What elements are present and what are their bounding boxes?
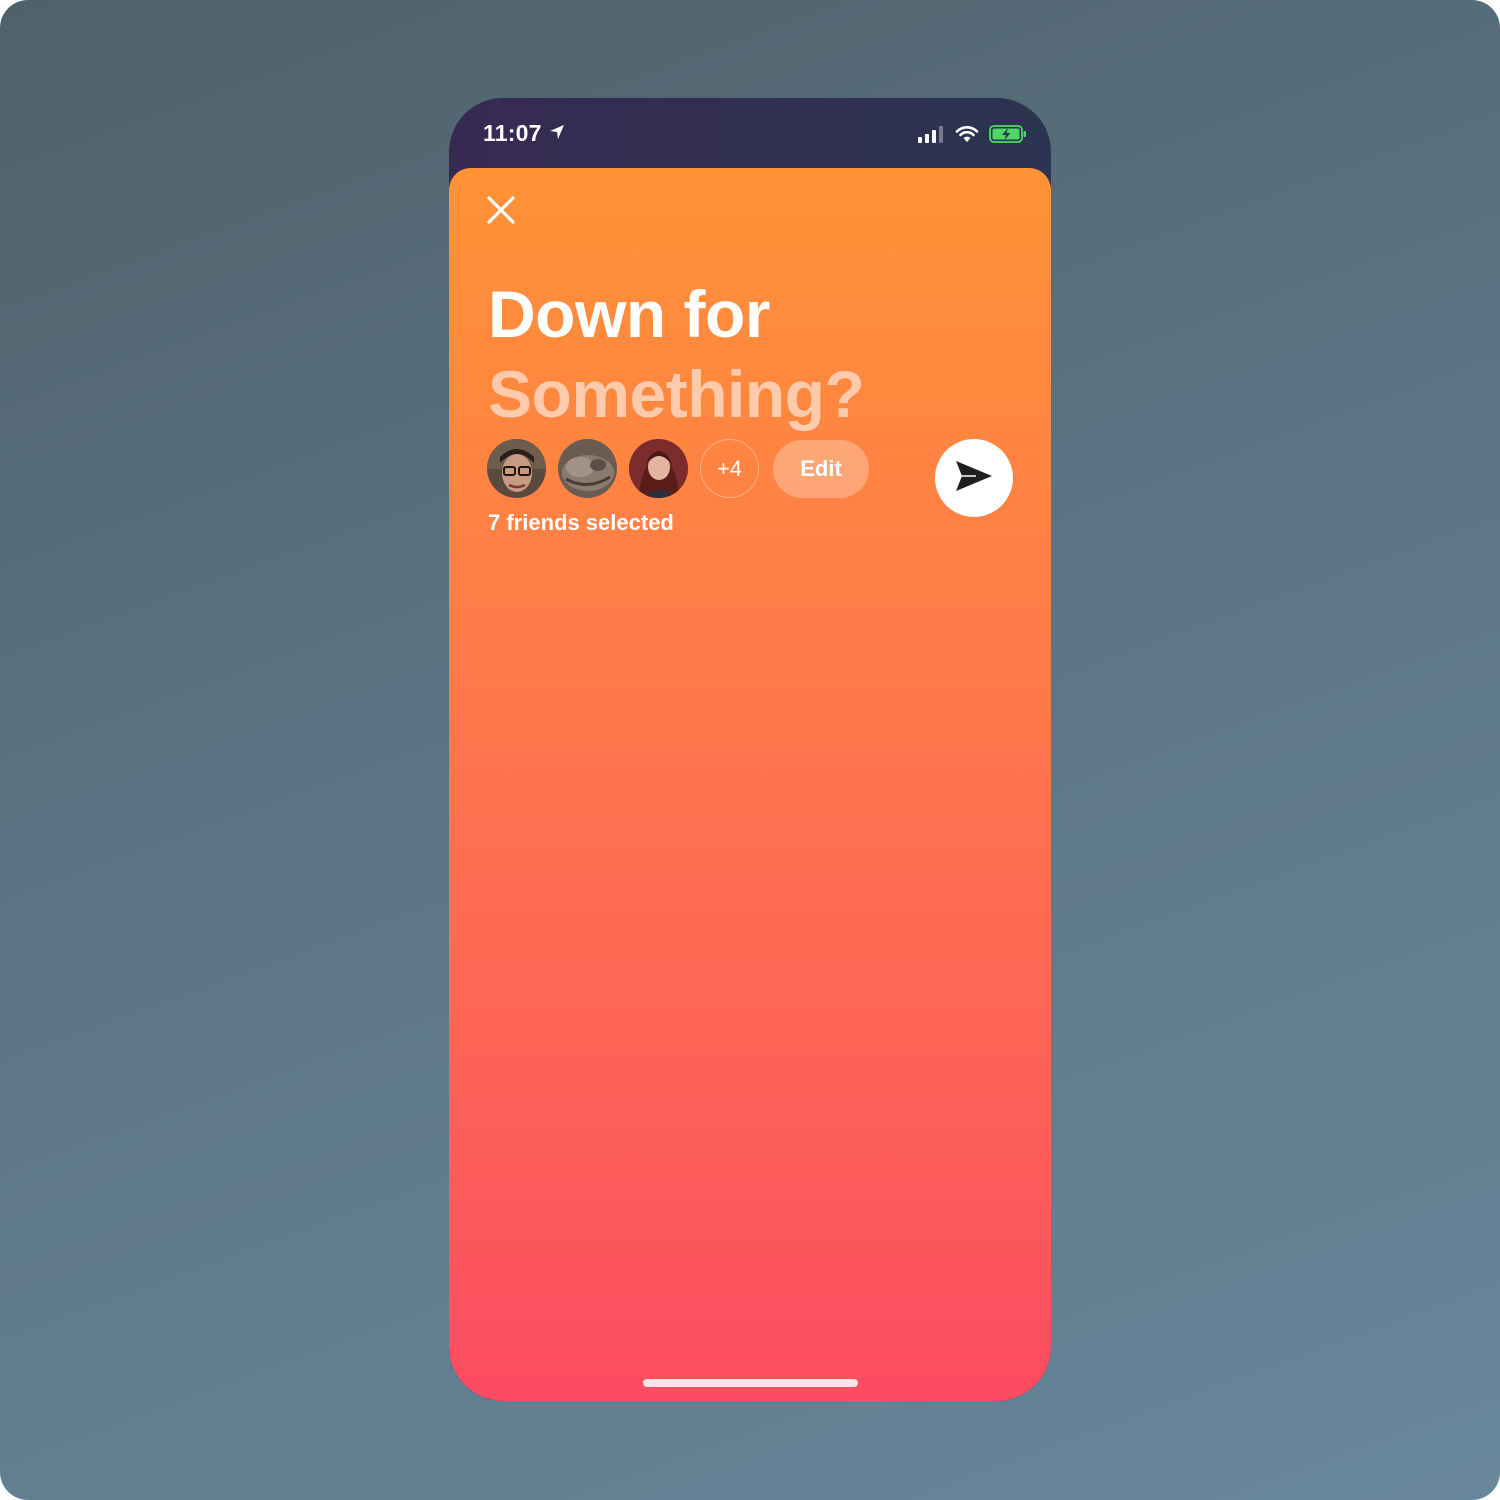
close-icon bbox=[486, 195, 516, 230]
send-icon bbox=[954, 459, 994, 498]
more-friends-count[interactable]: +4 bbox=[700, 439, 759, 498]
title-line-2[interactable]: Something? bbox=[488, 354, 865, 434]
send-button[interactable] bbox=[935, 439, 1013, 517]
selected-friends-row: +4 Edit bbox=[487, 439, 869, 498]
status-time-group: 11:07 bbox=[483, 120, 566, 147]
woman-avatar bbox=[629, 439, 688, 498]
status-time: 11:07 bbox=[483, 120, 542, 146]
friends-selected-label: 7 friends selected bbox=[488, 510, 674, 535]
edit-friends-button[interactable]: Edit bbox=[773, 439, 869, 498]
close-button[interactable] bbox=[479, 190, 523, 234]
avatar bbox=[487, 439, 546, 498]
status-bar: 11:07 bbox=[449, 98, 1051, 170]
cellular-signal-icon bbox=[917, 125, 945, 148]
avatar bbox=[629, 439, 688, 498]
compose-sheet: Down for Something? +4 Edit 7 friends se… bbox=[449, 168, 1051, 1401]
wifi-icon bbox=[955, 125, 979, 148]
home-indicator[interactable] bbox=[643, 1379, 858, 1387]
status-icons bbox=[917, 125, 1027, 148]
title-line-1: Down for bbox=[488, 277, 770, 351]
page-title: Down for Something? bbox=[488, 274, 865, 434]
cat-avatar bbox=[558, 439, 617, 498]
man-with-glasses-avatar bbox=[487, 439, 546, 498]
backdrop: 11:07 Down for Something? +4 Edit 7 frie… bbox=[0, 0, 1500, 1500]
location-arrow-icon bbox=[548, 120, 566, 147]
phone-screen: 11:07 Down for Something? +4 Edit 7 frie… bbox=[449, 98, 1051, 1401]
avatar bbox=[558, 439, 617, 498]
battery-charging-icon bbox=[989, 125, 1027, 148]
